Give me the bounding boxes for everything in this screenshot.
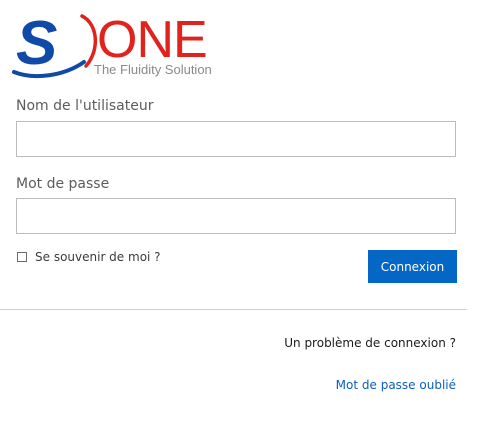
logo-wordmark: ONE	[97, 11, 208, 69]
login-problem-text: Un problème de connexion ?	[284, 336, 456, 350]
remember-me-checkbox[interactable]	[17, 252, 27, 262]
password-label: Mot de passe	[16, 176, 110, 192]
logo-tagline: The Fluidity Solution	[94, 62, 212, 77]
remember-me-label: Se souvenir de moi ?	[35, 250, 161, 264]
password-input[interactable]	[16, 198, 456, 234]
divider	[0, 309, 467, 310]
username-label: Nom de l'utilisateur	[16, 98, 154, 114]
login-page: S ONE The Fluidity Solution Nom de l'uti…	[0, 0, 478, 422]
forgot-password-link[interactable]: Mot de passe oublié	[336, 378, 456, 392]
brand-logo: S ONE The Fluidity Solution	[12, 10, 232, 84]
logo-mark-letter: S	[16, 10, 57, 78]
login-button[interactable]: Connexion	[368, 250, 457, 283]
username-input[interactable]	[16, 121, 456, 157]
remember-me-option[interactable]: Se souvenir de moi ?	[17, 250, 161, 264]
s-mark-icon: S	[12, 10, 98, 79]
